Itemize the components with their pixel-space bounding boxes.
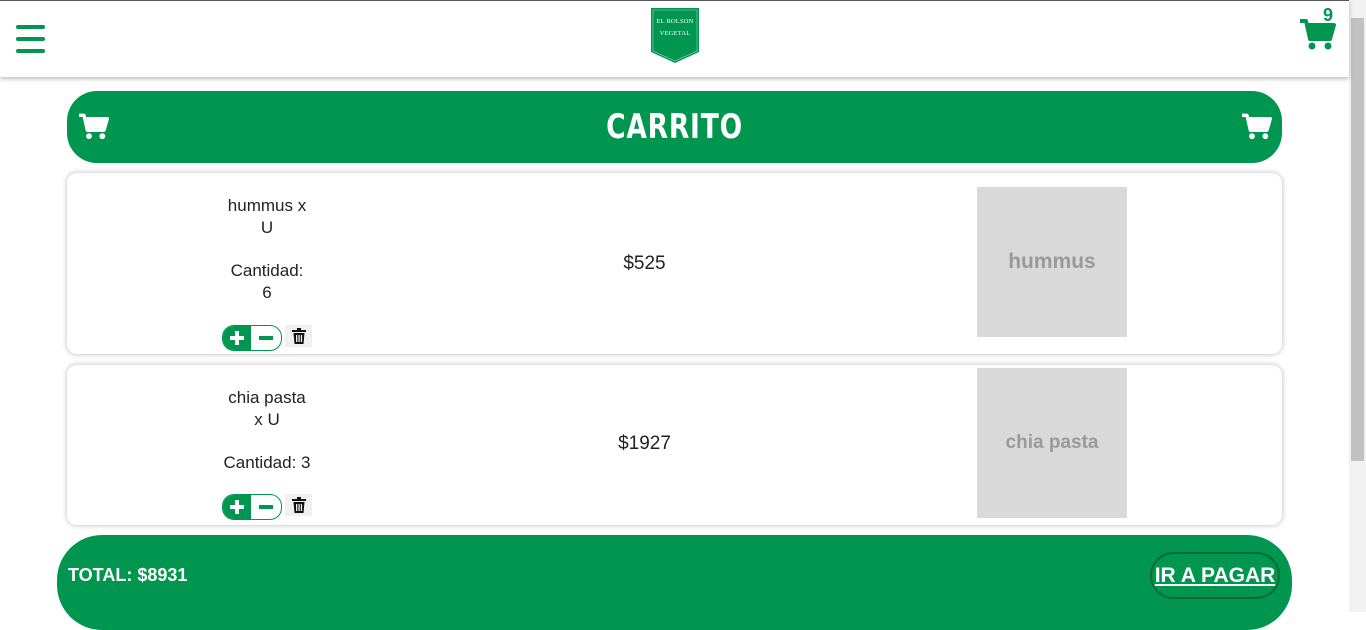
- checkout-footer: TOTAL: $8931 IR A PAGAR: [57, 535, 1292, 630]
- scrollbar-thumb[interactable]: [1351, 18, 1364, 461]
- trash-icon[interactable]: [285, 325, 312, 347]
- decrease-quantity-button[interactable]: [252, 326, 281, 350]
- item-name-line1: hummus x: [227, 196, 307, 215]
- logo-text-line1: EL BOLSON: [656, 18, 694, 25]
- item-quantity-label: Cantidad: 3: [223, 453, 311, 472]
- decrease-quantity-button[interactable]: [252, 495, 281, 519]
- cart-item-card: hummus x U Cantidad: 6 $525 hummus: [67, 173, 1282, 354]
- item-quantity-value: 6: [262, 283, 272, 302]
- item-name: hummus x U: [217, 195, 317, 239]
- cart-title: CARRITO: [606, 107, 743, 147]
- cart-count-badge: 9: [1323, 5, 1334, 25]
- item-quantity: Cantidad: 6: [207, 260, 327, 304]
- hamburger-menu-icon[interactable]: [16, 25, 45, 53]
- increase-quantity-button[interactable]: [223, 495, 251, 519]
- page-scrollbar[interactable]: [1349, 0, 1366, 612]
- cart-header-banner: CARRITO: [67, 91, 1282, 163]
- item-name-line2: x U: [254, 410, 280, 429]
- shopping-cart-icon: [79, 113, 110, 146]
- product-image-placeholder: chia pasta: [977, 368, 1127, 518]
- logo-text-line2: VEGETAL: [659, 30, 691, 37]
- item-name: chia pasta x U: [217, 387, 317, 431]
- top-navbar: EL BOLSON VEGETAL 9: [0, 0, 1349, 77]
- item-price: $1927: [618, 433, 671, 454]
- quantity-stepper: [222, 325, 282, 351]
- increase-quantity-button[interactable]: [223, 326, 251, 350]
- cart-item-card: chia pasta x U Cantidad: 3 $1927 chia pa…: [67, 365, 1282, 525]
- checkout-button[interactable]: IR A PAGAR: [1150, 552, 1280, 599]
- item-price: $525: [623, 253, 666, 274]
- product-image-placeholder: hummus: [977, 187, 1127, 337]
- cart-total: TOTAL: $8931: [68, 565, 188, 585]
- item-quantity-label: Cantidad:: [230, 261, 304, 280]
- item-name-line1: chia pasta: [228, 388, 306, 407]
- quantity-stepper: [222, 494, 282, 520]
- item-name-line2: U: [260, 218, 274, 237]
- trash-icon[interactable]: [285, 494, 312, 516]
- brand-logo[interactable]: EL BOLSON VEGETAL: [651, 8, 699, 63]
- item-quantity: Cantidad: 3: [207, 452, 327, 474]
- shopping-cart-icon: [1242, 113, 1272, 146]
